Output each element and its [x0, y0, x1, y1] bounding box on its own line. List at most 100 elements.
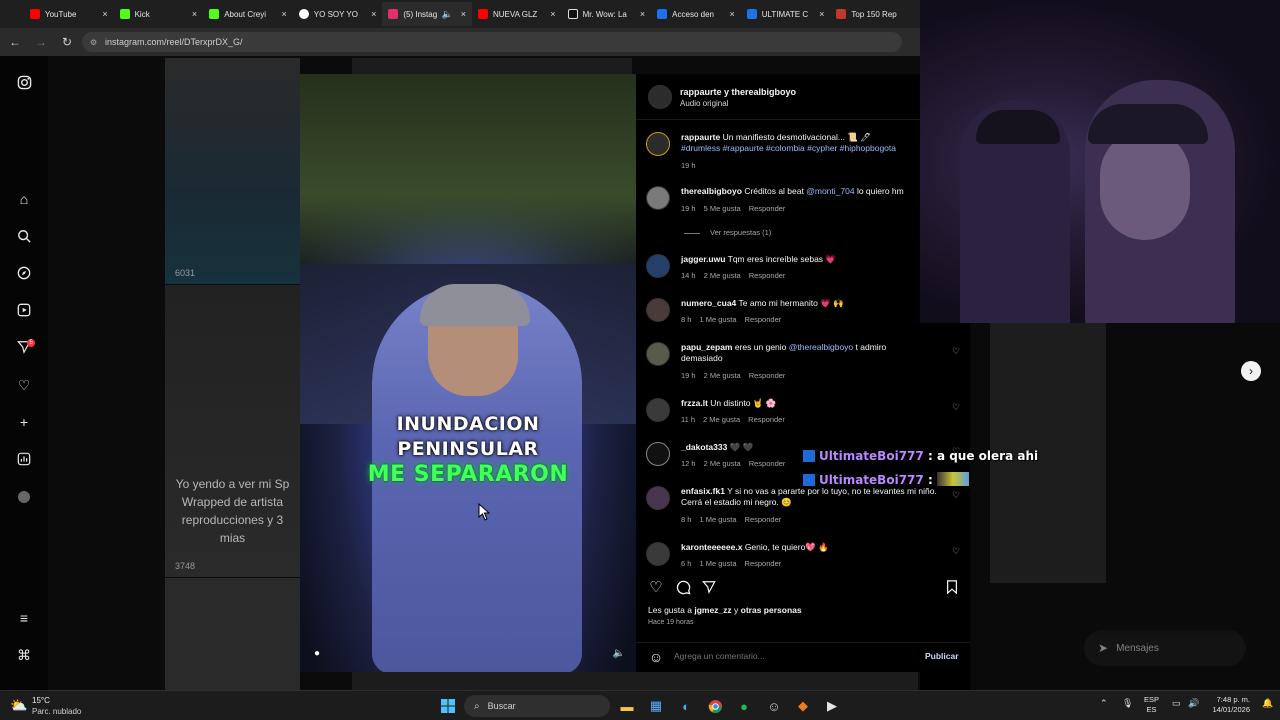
- comment-user[interactable]: therealbigboyo: [681, 186, 742, 196]
- close-icon[interactable]: ×: [192, 9, 197, 19]
- reel-authors[interactable]: rappaurte y therealbigboyo: [680, 87, 796, 97]
- tab-mr-wow[interactable]: Mr. Wow: La ×: [562, 2, 652, 26]
- tray-overflow-icon[interactable]: ⌃: [1100, 698, 1108, 709]
- instagram-logo-icon[interactable]: [16, 74, 32, 90]
- close-icon[interactable]: ×: [550, 9, 555, 19]
- reels-icon[interactable]: [16, 302, 32, 318]
- comment-likes[interactable]: 2 Me gusta: [703, 415, 740, 424]
- avatar[interactable]: [646, 298, 670, 322]
- user-tag-icon[interactable]: ●: [310, 646, 324, 660]
- reel-video[interactable]: INUNDACION PENINSULAR ME SEPARARON ● 🔈: [300, 74, 636, 672]
- comment-likes[interactable]: 2 Me gusta: [704, 271, 741, 280]
- likes-summary[interactable]: Les gusta a jgmez_zz y otras personas: [648, 605, 802, 615]
- spotify-icon[interactable]: ●: [734, 696, 754, 716]
- comment-likes[interactable]: 5 Me gusta: [704, 204, 741, 213]
- threads-icon[interactable]: ⌘: [16, 647, 32, 663]
- heart-icon[interactable]: ♡: [16, 377, 32, 393]
- avatar[interactable]: [646, 542, 670, 566]
- avatar[interactable]: [646, 254, 670, 278]
- next-reel-button[interactable]: ›: [1241, 361, 1261, 381]
- tab-acceso[interactable]: Acceso den ×: [651, 2, 741, 26]
- taskbar-search[interactable]: ⌕ Buscar: [464, 695, 610, 717]
- avatar[interactable]: [646, 442, 670, 466]
- comment-user[interactable]: enfasix.fk1: [681, 486, 725, 496]
- explore-icon[interactable]: [16, 265, 32, 281]
- clock[interactable]: 7:48 p. m. 14/01/2026: [1204, 695, 1250, 715]
- tab-youtube[interactable]: YouTube ×: [24, 2, 114, 26]
- create-icon[interactable]: +: [16, 414, 32, 430]
- feed-tile[interactable]: [165, 578, 300, 690]
- likes-others[interactable]: otras personas: [741, 605, 802, 615]
- volume-icon[interactable]: 🔊: [1188, 698, 1199, 709]
- messages-button[interactable]: ➤ Mensajes: [1084, 630, 1246, 666]
- likes-user[interactable]: jgmez_zz: [694, 605, 731, 615]
- tab-yo-soy-yo[interactable]: YO SOY YO ×: [293, 2, 383, 26]
- site-info-icon[interactable]: ⚙: [90, 38, 99, 47]
- like-comment-icon[interactable]: ♡: [952, 402, 960, 413]
- url-field[interactable]: ⚙ instagram.com/reel/DTerxprDX_G/: [82, 32, 902, 52]
- search-icon[interactable]: [16, 228, 32, 244]
- dashboard-icon[interactable]: [16, 451, 32, 467]
- comment-hashtags[interactable]: #drumless #rappaurte #colombia #cypher #…: [681, 143, 896, 153]
- close-icon[interactable]: ×: [640, 9, 645, 19]
- volume-icon[interactable]: 🔈: [612, 646, 626, 660]
- reload-button[interactable]: ↻: [56, 31, 78, 53]
- like-comment-icon[interactable]: ♡: [952, 346, 960, 357]
- close-icon[interactable]: ×: [282, 9, 287, 19]
- avatar[interactable]: [646, 186, 670, 210]
- start-icon[interactable]: [438, 696, 458, 716]
- discord-icon[interactable]: ☺: [764, 696, 784, 716]
- language-indicator[interactable]: ESP ES: [1144, 695, 1159, 715]
- close-icon[interactable]: ×: [819, 9, 824, 19]
- avatar[interactable]: [646, 486, 670, 510]
- speaker-icon[interactable]: 🔈: [441, 9, 452, 20]
- comment-user[interactable]: _dakota333: [681, 442, 727, 452]
- close-icon[interactable]: ×: [102, 9, 107, 19]
- comment-user[interactable]: numero_cua4: [681, 298, 736, 308]
- comment-likes[interactable]: 1 Me gusta: [699, 315, 736, 324]
- comment-user[interactable]: frzza.lt: [681, 398, 708, 408]
- like-comment-icon[interactable]: ♡: [952, 546, 960, 557]
- view-replies-button[interactable]: Ver respuestas (1): [684, 228, 771, 237]
- tab-kick[interactable]: Kick ×: [114, 2, 204, 26]
- comment-likes[interactable]: 1 Me gusta: [699, 559, 736, 568]
- comment-input[interactable]: [674, 651, 874, 661]
- comment-mention[interactable]: @therealbigboyo: [789, 342, 853, 352]
- file-explorer-icon[interactable]: ▬: [617, 696, 637, 716]
- publish-button[interactable]: Publicar: [925, 651, 959, 661]
- emoji-icon[interactable]: ☺: [648, 649, 664, 665]
- comment-user[interactable]: jagger.uwu: [681, 254, 725, 264]
- notifications-icon[interactable]: 🔔: [1262, 698, 1273, 709]
- tab-about-creyi[interactable]: About Creyi ×: [203, 2, 293, 26]
- reply-button[interactable]: Responder: [749, 459, 786, 468]
- feed-tile[interactable]: [352, 672, 918, 690]
- network-icon[interactable]: ▭: [1172, 698, 1181, 709]
- feed-tile[interactable]: 6031: [165, 58, 300, 284]
- tab-top150[interactable]: Top 150 Rep: [830, 2, 920, 26]
- comment-likes[interactable]: 2 Me gusta: [704, 459, 741, 468]
- close-icon[interactable]: ×: [729, 9, 734, 19]
- reply-button[interactable]: Responder: [749, 204, 786, 213]
- share-icon[interactable]: [700, 578, 718, 596]
- reply-button[interactable]: Responder: [749, 271, 786, 280]
- comment-mention[interactable]: @monti_704: [806, 186, 854, 196]
- edge-icon[interactable]: ◐: [676, 696, 696, 716]
- reply-button[interactable]: Responder: [745, 315, 782, 324]
- media-player-icon[interactable]: ▶: [822, 696, 842, 716]
- close-icon[interactable]: ×: [461, 9, 466, 19]
- avatar[interactable]: [646, 132, 670, 156]
- close-icon[interactable]: ×: [371, 9, 376, 19]
- reel-audio[interactable]: Audio original: [680, 99, 728, 108]
- avatar[interactable]: [646, 398, 670, 422]
- feed-tile[interactable]: [352, 58, 632, 74]
- comment-likes[interactable]: 1 Me gusta: [699, 515, 736, 524]
- like-icon[interactable]: ♡: [647, 578, 665, 596]
- author-avatar[interactable]: [648, 85, 672, 109]
- back-button[interactable]: ←: [4, 31, 26, 53]
- microphone-icon[interactable]: 🎙: [1122, 698, 1133, 709]
- chrome-icon[interactable]: [705, 696, 725, 716]
- tab-ultimate[interactable]: ULTIMATE C ×: [741, 2, 831, 26]
- weather-widget[interactable]: ⛅ 15°C Parc. nublado: [10, 694, 100, 718]
- comment-user[interactable]: karonteeeeee.x: [681, 542, 742, 552]
- app-icon[interactable]: ◆: [793, 696, 813, 716]
